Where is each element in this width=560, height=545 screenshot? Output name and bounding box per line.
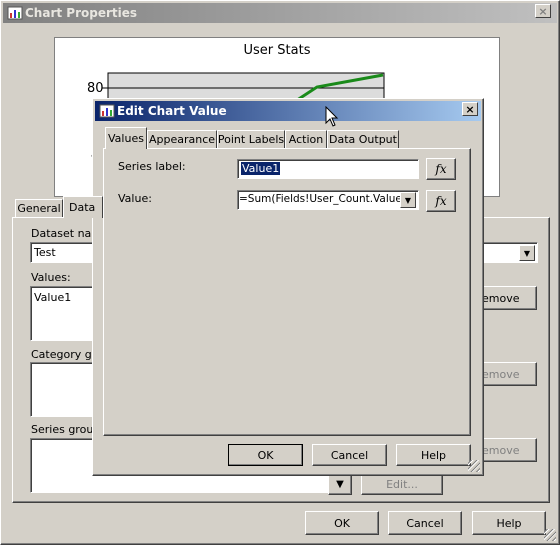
function-icon: fx [435,162,447,176]
chevron-down-icon[interactable]: ▼ [519,245,535,261]
back-ok-button[interactable]: OK [305,511,379,535]
edit-chart-value-title: Edit Chart Value [117,104,227,118]
dialog-resize-grip[interactable] [468,460,480,472]
y-tick-label-80: 80 [87,81,104,96]
value-fx-button[interactable]: fx [426,190,456,212]
back-resize-grip[interactable] [544,529,556,541]
dialog-ok-button[interactable]: OK [228,444,303,466]
values-tab-panel: Series label: Value1 fx Value: =Sum(Fiel… [103,148,471,436]
chart-properties-title: Chart Properties [25,6,138,20]
back-cancel-button[interactable]: Cancel [388,511,462,535]
tab-action[interactable]: Action [285,130,327,149]
chart-properties-titlebar[interactable]: Chart Properties [3,3,557,23]
chart-properties-close-button[interactable]: × [535,4,551,18]
close-icon[interactable]: × [462,102,478,116]
tab-general[interactable]: General [15,199,63,218]
chevron-down-icon[interactable]: ▼ [400,192,416,208]
value-caption: Value: [118,192,152,205]
value-expression-text: =Sum(Fields!User_Count.Value) [239,193,406,205]
properties-icon [7,6,23,20]
series-label-input[interactable]: Value1 [237,159,419,179]
tab-point-labels[interactable]: Point Labels [217,130,285,149]
move-down-button[interactable]: ▼ [328,473,352,495]
arrow-down-icon: ▼ [336,478,344,490]
values-list-item[interactable]: Value1 [34,291,71,304]
edit-chart-value-titlebar[interactable]: Edit Chart Value [95,101,481,121]
tab-appearance[interactable]: Appearance [147,130,217,149]
edit-series-button[interactable]: Edit... [361,473,443,495]
value-expression-combo[interactable]: =Sum(Fields!User_Count.Value) ▼ [237,190,419,210]
dialog-help-button[interactable]: Help [396,444,471,466]
series-label-value: Value1 [241,162,281,175]
dialog-cancel-button[interactable]: Cancel [312,444,387,466]
back-help-button[interactable]: Help [472,511,546,535]
mouse-cursor-icon [325,106,339,127]
tab-values[interactable]: Values [105,127,147,149]
tab-data-output[interactable]: Data Output [327,130,399,149]
series-label-fx-button[interactable]: fx [426,158,456,180]
values-label: Values: [31,271,71,284]
series-groups-label: Series group [31,423,101,436]
properties-icon [99,104,115,118]
edit-chart-value-dialog: Edit Chart Value × Values Appearance Poi… [92,98,484,476]
dataset-name-value: Test [34,246,56,259]
series-label-caption: Series label: [118,160,186,173]
tab-data[interactable]: Data [63,196,103,218]
function-icon: fx [435,194,447,208]
